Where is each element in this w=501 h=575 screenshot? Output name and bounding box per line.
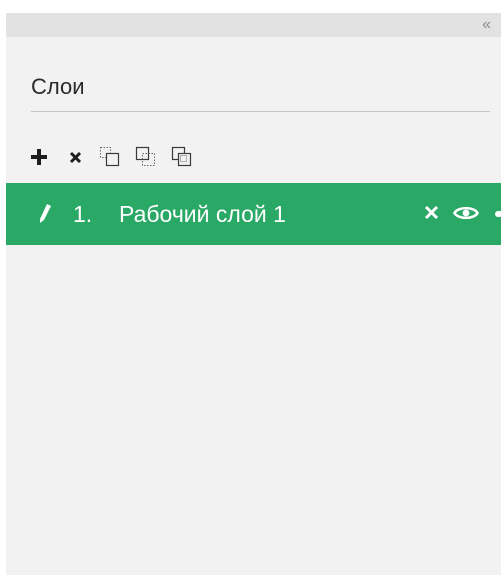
- plus-icon: [31, 149, 47, 165]
- row-overflow-indicator: [495, 211, 501, 217]
- copy-layer-button-2[interactable]: [135, 143, 157, 171]
- layers-toolbar: [28, 143, 207, 171]
- add-layer-button[interactable]: [28, 143, 50, 171]
- title-divider: [31, 111, 490, 112]
- copy-layer-button-1[interactable]: [99, 143, 121, 171]
- layers-panel: « Слои 1. Рабочий слой 1: [6, 13, 501, 575]
- layer-index: 1.: [73, 201, 93, 227]
- panel-header-bar: «: [6, 13, 501, 37]
- pencil-icon[interactable]: [36, 202, 54, 224]
- copy-dotted-icon: [135, 146, 155, 166]
- delete-layer-button[interactable]: [67, 143, 83, 171]
- double-chevron-left-icon: «: [482, 16, 491, 33]
- panel-title: Слои: [31, 74, 85, 99]
- layer-row[interactable]: 1. Рабочий слой 1: [6, 183, 501, 245]
- copy-dotted-icon: [100, 147, 120, 167]
- copy-dotted-icon: [171, 146, 192, 167]
- eye-icon[interactable]: [453, 201, 479, 225]
- collapse-panel-button[interactable]: «: [482, 15, 491, 35]
- close-icon[interactable]: [423, 203, 441, 223]
- cross-icon: [69, 151, 81, 163]
- layer-name: Рабочий слой 1: [119, 201, 286, 227]
- copy-layer-button-3[interactable]: [171, 143, 193, 171]
